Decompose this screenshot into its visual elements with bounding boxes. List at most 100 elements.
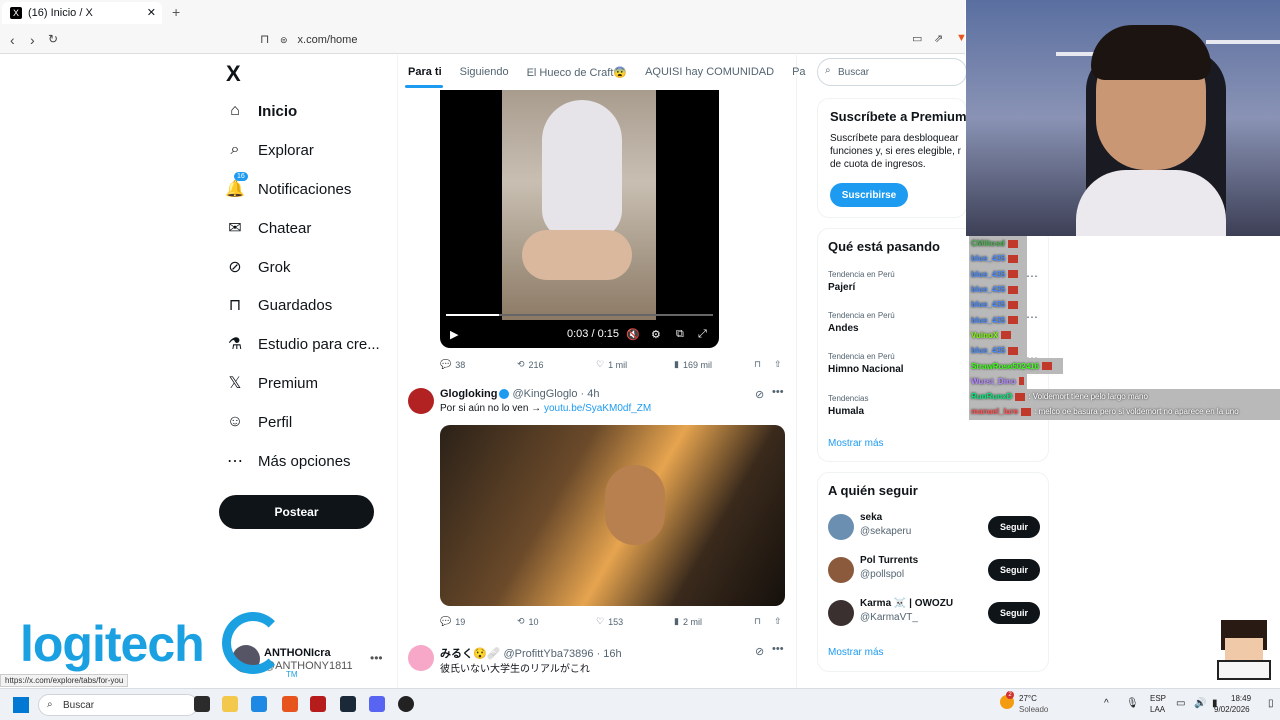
follow-suggestion[interactable]: seka @sekaperu Seguir (828, 512, 1040, 542)
video-thumbnail[interactable] (440, 425, 785, 606)
reply-button[interactable]: 💬 19 (440, 616, 465, 627)
subscribe-button[interactable]: Suscribirse (830, 183, 908, 207)
share-tweet-icon[interactable]: ⇧ (774, 359, 782, 370)
forward-icon[interactable]: › (30, 32, 35, 48)
avatar[interactable] (408, 645, 434, 671)
search-input[interactable]: ⌕ Buscar (817, 58, 967, 86)
discord-icon[interactable] (369, 696, 385, 712)
avatar[interactable] (828, 514, 854, 540)
follow-button[interactable]: Seguir (988, 516, 1040, 538)
follow-suggestion[interactable]: Karma ☠️ | OWOZU @KarmaVT_ Seguir (828, 598, 1040, 628)
weather-temp[interactable]: 27°C (1019, 694, 1037, 703)
trend-item[interactable]: Tendencia en Perú Andes (828, 311, 895, 334)
sidebar-item-más-opciones[interactable]: ⋯ Más opciones (226, 452, 351, 471)
trend-item[interactable]: Tendencia en Perú Pajerí (828, 270, 895, 293)
sidebar-item-explorar[interactable]: ⌕ Explorar (226, 141, 314, 159)
author-handle[interactable]: @ProfittYba73896 · 16h (503, 648, 621, 660)
steam-icon[interactable] (340, 696, 356, 712)
settings-icon[interactable]: ⚙ (651, 328, 661, 341)
follow-button[interactable]: Seguir (988, 602, 1040, 624)
tray-chevron-icon[interactable]: ^ (1104, 698, 1109, 709)
github-icon[interactable] (398, 696, 414, 712)
brave-taskbar-icon[interactable] (282, 696, 298, 712)
sidebar-item-inicio[interactable]: ⌂ Inicio (226, 102, 297, 120)
grok-icon[interactable]: ⊘ (755, 645, 764, 658)
account-more-icon[interactable]: ••• (370, 651, 383, 665)
like-button[interactable]: ♡ 153 (596, 616, 623, 627)
task-view-icon[interactable] (194, 696, 210, 712)
clock-date[interactable]: 9/02/2026 (1214, 705, 1250, 714)
share-tweet-icon[interactable]: ⇧ (774, 616, 782, 627)
author-handle[interactable]: @KingGloglo · 4h (513, 388, 600, 400)
follow-suggestion[interactable]: Pol Turrents @pollspol Seguir (828, 555, 1040, 585)
view-count: 169 mil (682, 359, 712, 370)
trademark-mark: TM (286, 670, 298, 679)
sidebar-item-grok[interactable]: ⊘ Grok (226, 258, 290, 277)
bookmark-page-icon[interactable]: ⊓ (260, 32, 269, 46)
tab-siguiendo[interactable]: Siguiendo (460, 66, 509, 78)
network-icon[interactable]: ▭ (1176, 698, 1185, 709)
streamer-shirt (1076, 170, 1226, 236)
like-button[interactable]: ♡ 1 mil (596, 359, 627, 370)
repost-button[interactable]: ⟲ 216 (517, 359, 544, 370)
sidebar-item-perfil[interactable]: ☺ Perfil (226, 413, 292, 431)
grok-icon[interactable]: ⊘ (755, 388, 764, 401)
microphone-icon[interactable]: 🎙 (1126, 698, 1139, 709)
bookmark-button[interactable]: ⊓ (754, 359, 761, 370)
sidebar-item-guardados[interactable]: ⊓ Guardados (226, 296, 332, 315)
video-progress-bar[interactable] (446, 314, 713, 316)
show-more-trends[interactable]: Mostrar más (828, 438, 884, 449)
avatar[interactable] (828, 600, 854, 626)
more-icon[interactable]: ••• (772, 386, 784, 398)
avatar[interactable] (828, 557, 854, 583)
back-icon[interactable]: ‹ (10, 32, 15, 48)
author-name[interactable]: みるく😯🩹 (440, 648, 500, 660)
author-name[interactable]: Glogloking (440, 388, 497, 400)
taskbar-search[interactable]: ⌕ Buscar (38, 694, 198, 716)
site-info-icon[interactable]: ⊜ (280, 35, 288, 46)
views-button[interactable]: ▮ 169 mil (674, 359, 712, 370)
address-bar[interactable]: ⊜ x.com/home (280, 30, 950, 50)
tab-aquisi-comunidad[interactable]: AQUISI hay COMUNIDAD (645, 66, 774, 78)
close-tab-icon[interactable]: ✕ (147, 6, 156, 19)
show-more-follow[interactable]: Mostrar más (828, 647, 884, 658)
volume-icon[interactable]: 🔊 (1194, 698, 1206, 709)
tweet-link[interactable]: youtu.be/SyaKM0df_ZM (544, 403, 651, 414)
tab-para-ti[interactable]: Para ti (408, 66, 442, 78)
sidebar-item-notificaciones[interactable]: 🔔 16 Notificaciones (225, 172, 351, 198)
reload-icon[interactable]: ↻ (48, 32, 58, 46)
clock-time[interactable]: 18:49 (1231, 694, 1251, 703)
share-icon[interactable]: ⇗ (934, 32, 943, 45)
video-player[interactable]: ▶ 0:03 / 0:15 🔇 ⚙ ⧉ ⤢ (440, 90, 719, 348)
new-tab-icon[interactable]: + (172, 4, 180, 20)
more-icon[interactable]: ••• (772, 643, 784, 655)
repost-button[interactable]: ⟲ 10 (517, 616, 539, 627)
tab-hueco-de-craft[interactable]: El Hueco de Craft😨 (527, 66, 628, 79)
sidebar-item-estudio-para-cre[interactable]: ⚗ Estudio para cre... (226, 335, 380, 354)
bookmark-button[interactable]: ⊓ (754, 616, 761, 627)
x-logo-icon[interactable]: X (226, 61, 241, 87)
sidebar-item-chatear[interactable]: ✉ Chatear (226, 219, 311, 238)
windows-start-icon[interactable] (13, 697, 29, 713)
reply-button[interactable]: 💬 38 (440, 359, 465, 370)
cast-icon[interactable]: ▭ (912, 32, 922, 45)
file-explorer-icon[interactable] (222, 696, 238, 712)
notifications-icon[interactable]: ▯ (1268, 698, 1274, 709)
keyboard-layout[interactable]: LAA (1150, 705, 1165, 714)
avatar[interactable] (408, 388, 434, 414)
language-code[interactable]: ESP (1150, 694, 1166, 703)
views-button[interactable]: ▮ 2 mil (674, 616, 702, 627)
trend-item[interactable]: Tendencia en Perú Himno Nacional (828, 352, 904, 375)
follow-button[interactable]: Seguir (988, 559, 1040, 581)
browser-tab[interactable]: X (16) Inicio / X ✕ (2, 2, 162, 24)
fullscreen-icon[interactable]: ⤢ (698, 328, 707, 341)
play-icon[interactable]: ▶ (450, 328, 458, 341)
tab-more[interactable]: Pa (792, 66, 805, 78)
sidebar-item-premium[interactable]: 𝕏 Premium (226, 374, 318, 393)
post-button[interactable]: Postear (219, 495, 374, 529)
pip-icon[interactable]: ⧉ (676, 328, 684, 341)
mute-icon[interactable]: 🔇 (626, 328, 640, 341)
obs-icon[interactable] (310, 696, 326, 712)
store-icon[interactable] (251, 696, 267, 712)
trend-item[interactable]: Tendencias Humala (828, 394, 868, 417)
